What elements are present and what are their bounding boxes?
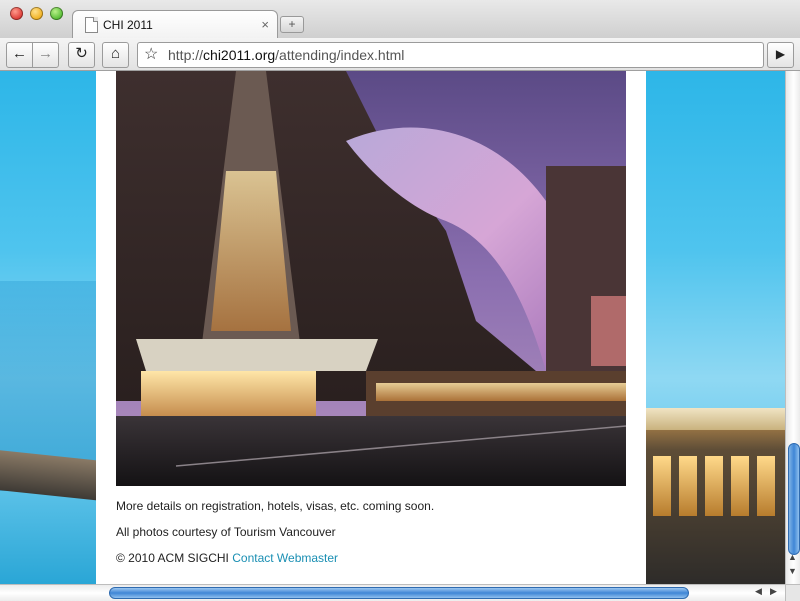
back-button[interactable]: ← [6,42,33,68]
address-bar[interactable]: ☆ http://chi2011.org/attending/index.htm… [137,42,764,68]
new-tab-button[interactable]: + [280,16,304,33]
scrollbar-corner [785,584,800,601]
url-protocol: http:// [168,47,204,63]
forward-button[interactable]: → [32,42,59,68]
tab-close-icon[interactable]: × [261,17,269,32]
reload-button[interactable]: ↻ [68,42,95,68]
background-building-roof [645,408,785,430]
background-window [731,456,749,516]
window-titlebar: CHI 2011 × + [0,0,800,39]
scroll-up-arrow-icon[interactable]: ▲ [788,552,797,562]
tab-title: CHI 2011 [103,18,153,32]
home-button[interactable]: ⌂ [102,42,129,68]
tab-chi-2011[interactable]: CHI 2011 × [72,10,278,39]
url-host: chi2011.org [203,47,276,63]
navigation-toolbar: ← → ↻ ⌂ ☆ http://chi2011.org/attending/i… [0,38,800,71]
scroll-left-arrow-icon[interactable]: ◀ [755,586,762,597]
background-building [645,408,785,584]
close-window-button[interactable] [10,7,23,20]
url-path: /attending/index.html [275,47,405,63]
contact-webmaster-link[interactable]: Contact Webmaster [232,551,338,565]
page-icon [85,17,98,33]
background-window [705,456,723,516]
copyright-text: © 2010 ACM SIGCHI [116,551,229,565]
horizontal-scroll-thumb[interactable] [109,587,689,599]
photo-credit: All photos courtesy of Tourism Vancouver [116,525,336,539]
photo-storefront-lights [376,383,626,401]
venue-photo [116,71,626,486]
background-window [679,456,697,516]
photo-canopy [136,339,378,371]
registration-notice: More details on registration, hotels, vi… [116,499,435,513]
venue-photo-illustration [116,71,626,486]
background-window [653,456,671,516]
vertical-scrollbar[interactable]: ▲ ▼ [785,71,800,584]
vertical-scroll-thumb[interactable] [788,443,800,555]
bookmark-star-icon[interactable]: ☆ [144,44,158,64]
zoom-window-button[interactable] [50,7,63,20]
scroll-down-arrow-icon[interactable]: ▼ [788,566,797,576]
minimize-window-button[interactable] [30,7,43,20]
page-content: More details on registration, hotels, vi… [96,71,646,584]
go-button[interactable]: ▶ [767,42,794,68]
background-window [757,456,775,516]
photo-street [116,416,626,486]
address-url[interactable]: http://chi2011.org/attending/index.html [168,47,404,63]
photo-banner [591,296,626,366]
footer-copyright: © 2010 ACM SIGCHI Contact Webmaster [116,551,338,565]
scroll-right-arrow-icon[interactable]: ▶ [770,586,777,597]
horizontal-scrollbar[interactable]: ◀ ▶ [0,584,785,601]
page-viewport: More details on registration, hotels, vi… [0,71,785,584]
